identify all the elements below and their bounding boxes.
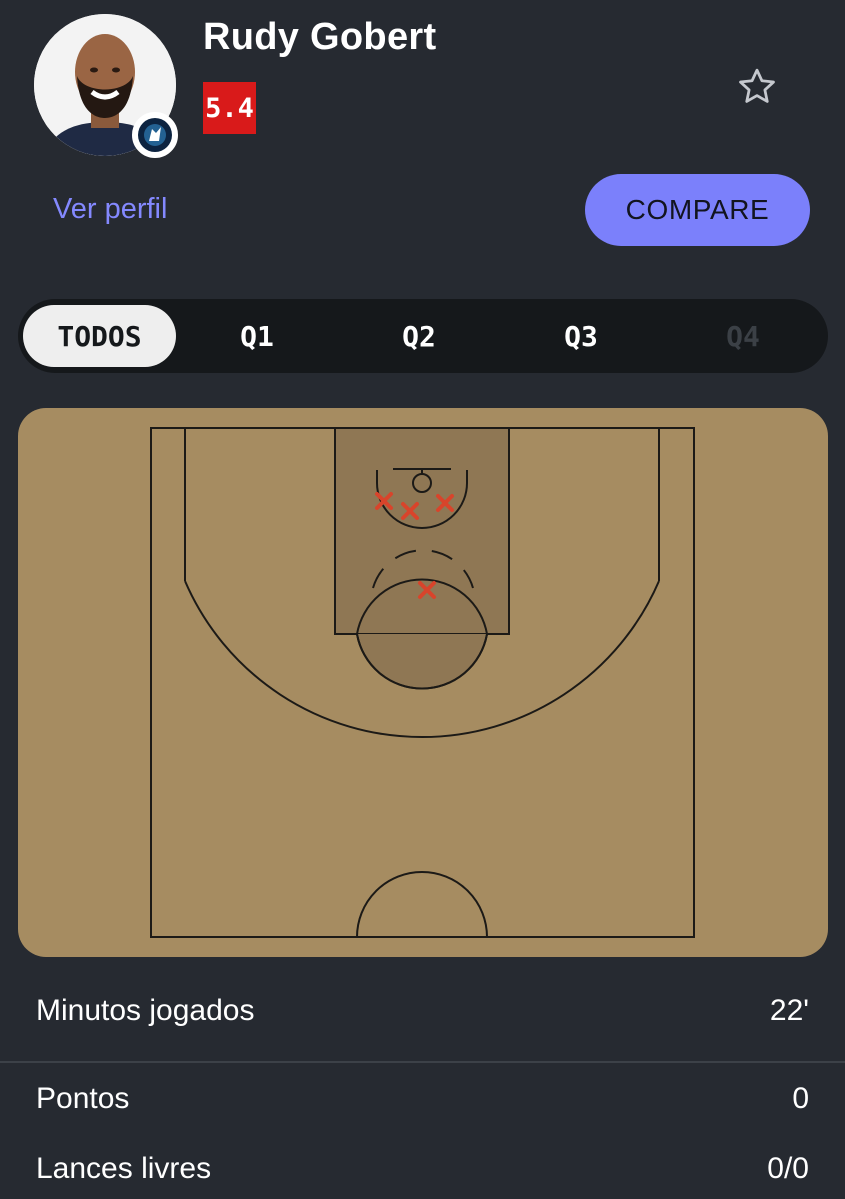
player-avatar[interactable] [34,14,178,158]
team-logo-icon [132,112,178,158]
rating-badge: 5.4 [203,82,256,134]
stat-row-points: Pontos 0 [0,1069,845,1129]
tab-q1[interactable]: Q1 [176,305,338,367]
tab-q4: Q4 [726,319,760,353]
star-outline-icon [739,68,775,103]
tab-q3[interactable]: Q3 [500,305,662,367]
stat-row-minutes: Minutos jogados 22' [0,981,845,1041]
stat-label: Lances livres [36,1152,212,1185]
tab-todos[interactable]: TODOS [23,305,176,367]
period-tabs: TODOS Q1 Q2 Q3 Q4 [18,299,828,373]
stat-label: Pontos [36,1082,130,1115]
stat-label: Minutos jogados [36,994,255,1027]
view-profile-link[interactable]: Ver perfil [53,193,167,226]
basketball-court [150,427,695,938]
stat-row-free-throws: Lances livres 0/0 [0,1139,845,1199]
stat-value: 0/0 [767,1152,809,1185]
divider [0,1061,845,1063]
stat-value: 22' [769,994,809,1027]
shot-chart [18,408,828,957]
favorite-button[interactable] [733,64,781,110]
player-name: Rudy Gobert [203,16,437,58]
compare-button[interactable]: COMPARE [585,174,810,246]
tab-q2[interactable]: Q2 [338,305,500,367]
player-stats-screen: Rudy Gobert 5.4 Ver perfil COMPARE TODOS… [0,0,845,1199]
stat-value: 0 [792,1082,809,1115]
